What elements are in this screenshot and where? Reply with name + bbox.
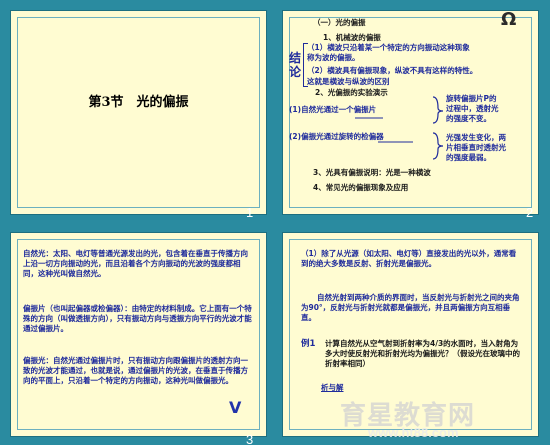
natural-light-paragraph: 自然光：太阳、电灯等普通光源发出的光，包含着在垂直于传播方向上沿一切方向振动的光…: [23, 249, 248, 278]
example-label: 例1: [301, 339, 316, 349]
slide-thumbnail-3[interactable]: 自然光：太阳、电灯等普通光源发出的光，包含着在垂直于传播方向上沿一切方向振动的光…: [10, 232, 267, 437]
slide-thumbnail-2[interactable]: （一）光的偏振 Ω 结论 1、机械波的偏振 （1）横波只沿着某一个特定的方向振动…: [282, 10, 539, 215]
brewster-paragraph: 自然光射到两种介质的界面时，当反射光与折射光之间的夹角为90°，反射光与折射光就…: [301, 293, 520, 322]
slide-number-2: 2: [526, 205, 534, 220]
brace-bottom: [432, 132, 444, 160]
slide-number-3: 3: [246, 432, 254, 445]
slide-frame: [17, 17, 260, 208]
slide-sorter-view: { "slides": [ {"number": "1", "title": "…: [0, 0, 550, 445]
brace-top: [432, 96, 444, 124]
polarizer-paragraph: 偏振片（也叫起偏器或检偏器）：由特定的材料制成。它上面有一个特殊的方向（叫做透振…: [23, 304, 252, 333]
slide-number-1: 1: [246, 205, 254, 220]
diagram-braces: [355, 96, 444, 160]
watermark-url: www.ht88.com: [368, 425, 459, 440]
slide-title: 第3节 光的偏振: [88, 95, 189, 110]
slide-thumbnail-1[interactable]: 第3节 光的偏振: [10, 10, 267, 215]
reflection-paragraph: （1）除了从光源（如太阳、电灯等）直接发出的光以外，通常看到的绝大多数是反射、折…: [301, 249, 517, 268]
v-glyph-icon: V: [229, 398, 242, 417]
polarized-light-paragraph: 偏振光：自然光通过偏振片时，只有振动方向跟偏振片的透射方向一致的光波才能通过，也…: [23, 356, 248, 385]
answer-link[interactable]: 析与解: [321, 383, 344, 393]
example-text: 计算自然光从空气射到折射率为4/3的水面时，当入射角为多大时使反射光和折射光均为…: [325, 339, 520, 368]
